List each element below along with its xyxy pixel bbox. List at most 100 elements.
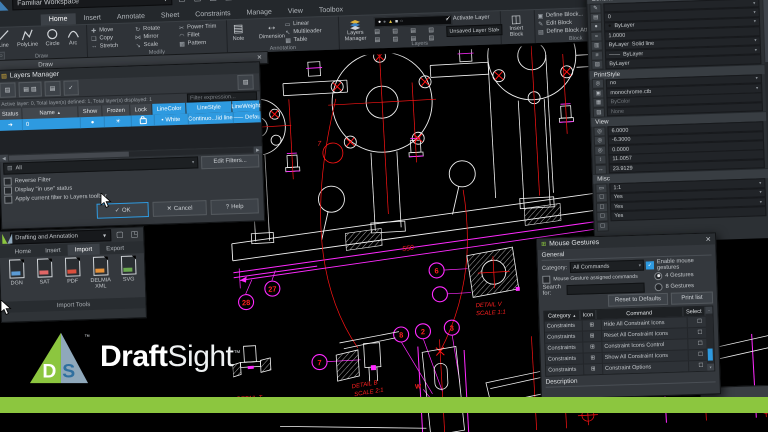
note-tool[interactable]: ▤ Note (228, 22, 249, 43)
scroll-left-icon[interactable]: ◀ (0, 155, 8, 162)
line-tool[interactable]: Line (0, 30, 10, 49)
svg-text:550: 550 (402, 245, 415, 254)
minus-icon[interactable]: − (705, 306, 712, 313)
help-button[interactable]: ?Help (210, 198, 258, 215)
undo-icon[interactable]: ↺ (254, 0, 265, 1)
checkbox-icon (4, 186, 12, 194)
radio-8-gestures[interactable]: 8 Gestures (646, 279, 712, 292)
bullet-icon: ● (608, 24, 612, 30)
enable-gestures-checkbox[interactable]: ✓ Enable mouse gestures (646, 257, 712, 270)
tab-import[interactable]: Import (67, 244, 99, 256)
pattern-tool[interactable]: ▦Pattern (179, 39, 218, 48)
save-all-icon[interactable]: ▤ (223, 0, 235, 2)
layer-preview-button[interactable]: ▤ (238, 74, 254, 90)
layer-state-select[interactable]: Unsaved Layer State ▾ (446, 24, 502, 37)
group-annotation: ▤ Note ↔ Dimension ▭Linear ↖Multileader … (226, 17, 340, 54)
delete-layer-button[interactable]: ▤ (44, 81, 60, 97)
new-layer-vpfrozen-button[interactable]: ▤▤ (18, 82, 42, 98)
scrollbar-thumb[interactable] (708, 349, 713, 361)
col-lock[interactable]: Lock (130, 104, 153, 116)
scrollbar-thumb[interactable] (763, 0, 768, 62)
stretch-icon: ↔ (91, 44, 98, 50)
circle-tool[interactable]: Circle (45, 28, 60, 47)
check-icon: ✓ (115, 207, 120, 214)
constraint-icon: ⊞ (583, 331, 602, 342)
chevron-down-icon: ▾ (756, 76, 758, 82)
save-icon[interactable]: ▣ (207, 0, 219, 2)
edit-block-icon: ✎ (537, 20, 544, 27)
new-file-icon[interactable]: ▢ (176, 0, 188, 3)
close-icon: ✕ (167, 205, 172, 212)
layer-op-icon[interactable]: ▤ (392, 27, 404, 34)
svg-text:28: 28 (242, 298, 251, 307)
print-icon[interactable]: ▥ (238, 0, 250, 1)
scale-tool[interactable]: ↘Scale (135, 40, 161, 49)
cancel-button[interactable]: ✕Cancel (152, 200, 206, 217)
linestyle-cell: Continuo...lid line (188, 112, 234, 124)
status-cell: ➜ (0, 119, 23, 131)
new-file-icon[interactable]: ▢ (114, 230, 126, 240)
col-status[interactable]: Status (0, 108, 23, 120)
import-dgn-button[interactable]: DGN (2, 259, 30, 302)
define-block-icon: ▣ (537, 12, 544, 19)
close-icon[interactable]: ✕ (705, 235, 711, 243)
tab-insert[interactable]: Insert (38, 245, 68, 257)
block-attribute-icon: ▤ (537, 28, 544, 35)
search-label: Search for: (542, 284, 563, 297)
app-logo-icon[interactable] (0, 0, 8, 11)
constraint-icon: ⊞ (584, 353, 603, 364)
polyline-tool[interactable]: PolyLine (17, 29, 39, 49)
swatch-tri-icon: ▲ (388, 19, 393, 25)
draftsight-logo-mark: D S ™ (28, 328, 90, 386)
tab-export[interactable]: Export (99, 243, 131, 255)
edit-filters-button[interactable]: Edit Filters... (201, 154, 259, 169)
activate-layer-button[interactable]: ✓ Activate Layer (446, 15, 490, 22)
col-show[interactable]: Show (78, 105, 103, 117)
svg-text:6: 6 (434, 266, 439, 275)
reset-to-defaults-button[interactable]: Reset to Defaults (608, 293, 668, 307)
open-file-icon[interactable]: ◳ (128, 229, 140, 239)
chevron-down-icon: ▾ (753, 0, 755, 6)
svg-text:8: 8 (399, 330, 404, 339)
layers-manager-tool[interactable]: Layers Manager (340, 18, 371, 43)
layer-op-icon[interactable]: ▤ (410, 27, 422, 34)
show-icon: ● (91, 119, 95, 125)
tab-home[interactable]: Home (8, 246, 39, 258)
chevron-down-icon: ▾ (497, 27, 499, 33)
power-trim-icon: ✂ (178, 24, 185, 31)
import-sat-button[interactable]: SAT (30, 258, 58, 301)
svg-text:3: 3 (450, 324, 455, 333)
layer-color-strip[interactable]: ● ● ▲ ■ ○ ▾ (374, 15, 452, 28)
search-input[interactable] (566, 282, 644, 294)
stretch-tool[interactable]: ↔Stretch (91, 42, 119, 51)
detail-v: DETAIL V SCALE 1:1 (466, 247, 521, 318)
scroll-down-icon[interactable]: ▾ (707, 363, 714, 370)
print-list-button[interactable]: Print list (671, 291, 713, 304)
gestures-table: Category▲ Icon Command Select − Constrai… (543, 305, 715, 376)
activate-layer-button[interactable]: ✓ (63, 80, 79, 95)
chevron-down-icon: ▾ (754, 19, 756, 25)
svg-text:D: D (42, 360, 56, 382)
arc-tool[interactable]: Arc (67, 27, 80, 46)
group-insert-block: ◫ Insert Block (500, 10, 536, 44)
svg-text:7: 7 (317, 358, 322, 367)
none-icon: ▨ (593, 107, 605, 117)
width-icon: ↔ (595, 164, 607, 174)
import-svg-button[interactable]: SVG (114, 255, 142, 298)
new-layer-button[interactable]: ▤ (0, 82, 16, 98)
vertical-scrollbar[interactable]: ▾ (706, 315, 715, 370)
insert-block-tool[interactable]: ◫ Insert Block (502, 12, 531, 38)
lineweight-cell: ——Defaul (233, 111, 260, 123)
import-delmia-xml-button[interactable]: DELMIA XML (86, 256, 114, 299)
checkbox-icon (4, 195, 12, 203)
open-file-icon[interactable]: ◳ (192, 0, 204, 3)
layer-op-icon[interactable]: ▤ (428, 26, 440, 33)
mouse-gestures-dialog: ⊞ Mouse Gestures ✕ General Category: All… (536, 232, 721, 400)
scroll-right-icon[interactable]: ▶ (254, 146, 262, 153)
import-pdf-button[interactable]: PDF (58, 257, 86, 300)
swatch-sq-icon: ■ (395, 19, 398, 25)
insert-block-icon: ◫ (511, 13, 522, 26)
category-select[interactable]: All Commands ▾ (570, 260, 644, 273)
table-tool[interactable]: ▦Table (284, 35, 322, 44)
layer-op-icon[interactable]: ▤ (374, 28, 386, 35)
